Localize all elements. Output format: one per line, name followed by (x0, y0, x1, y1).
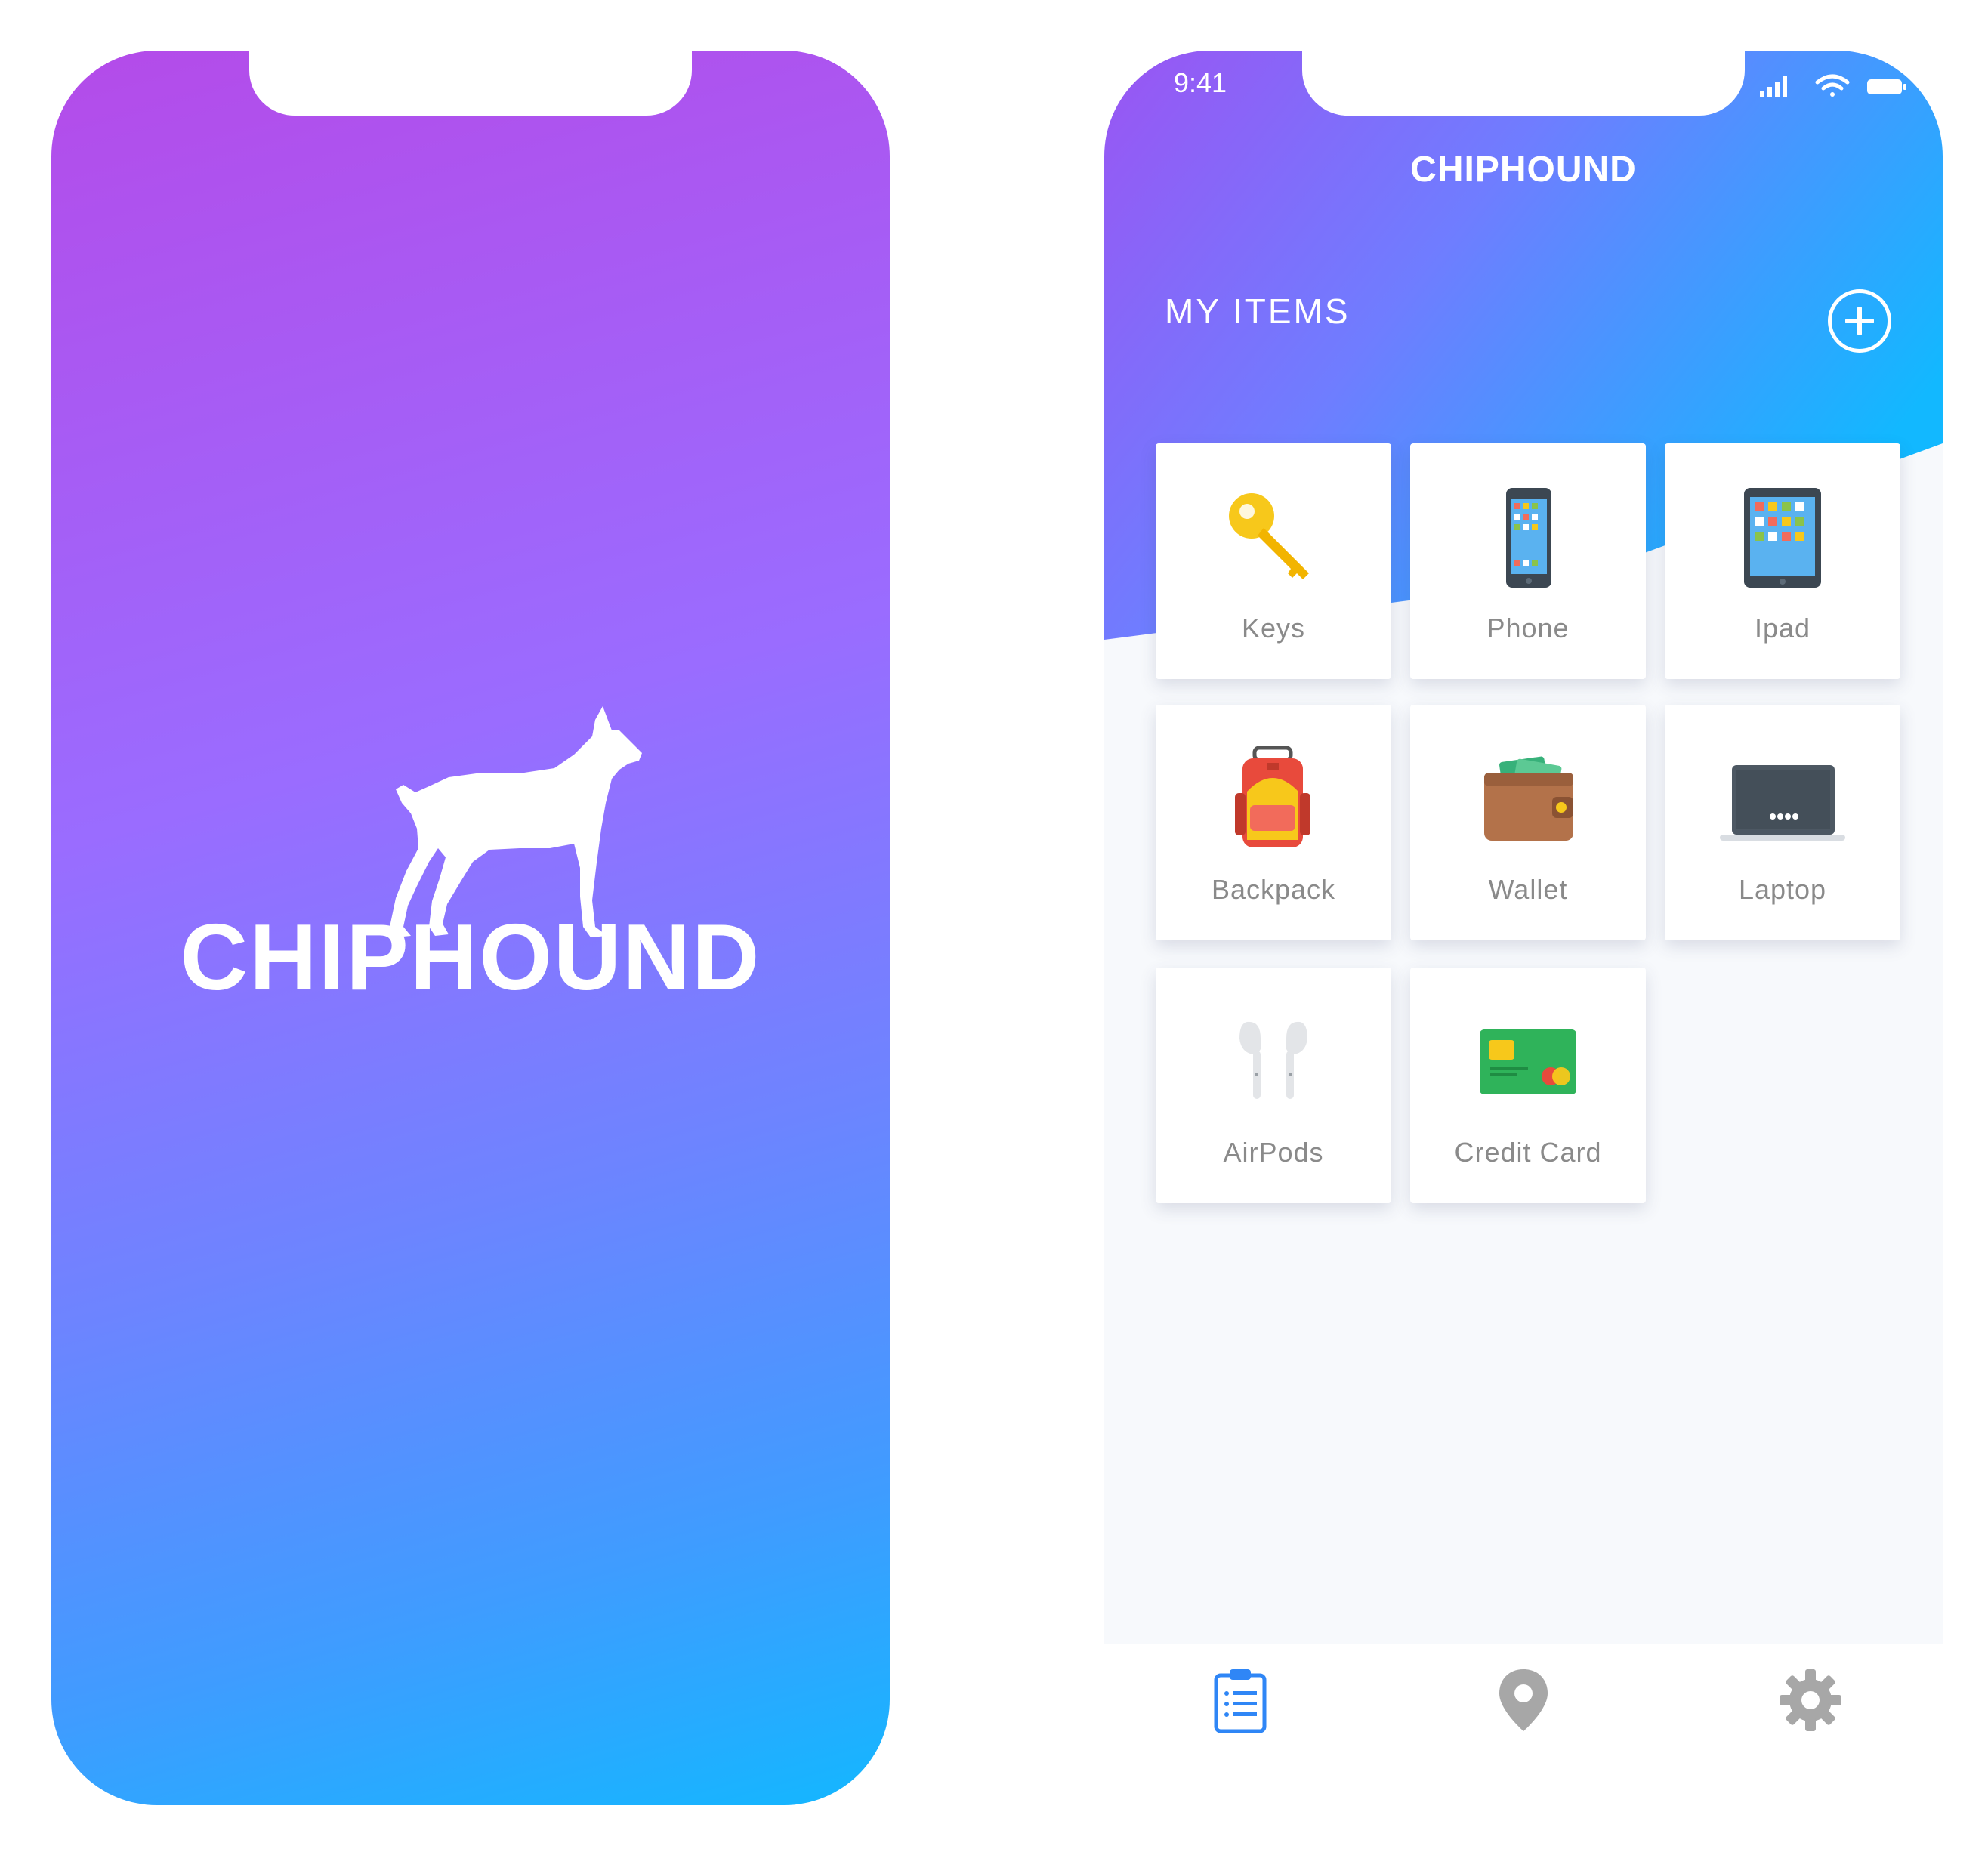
item-label: Wallet (1488, 874, 1568, 905)
item-label: Backpack (1211, 874, 1336, 905)
item-card-credit-card[interactable]: Credit Card (1410, 968, 1646, 1203)
add-item-button[interactable] (1828, 289, 1891, 353)
item-card-wallet[interactable]: Wallet (1410, 705, 1646, 940)
location-pin-icon (1499, 1669, 1548, 1731)
wallet-icon (1410, 742, 1646, 856)
item-card-airpods[interactable]: AirPods (1156, 968, 1391, 1203)
item-card-keys[interactable]: Keys (1156, 443, 1391, 679)
tab-bar (1104, 1644, 1943, 1758)
wifi-icon (1815, 74, 1850, 97)
status-time: 9:41 (1174, 67, 1227, 98)
item-label: AirPods (1223, 1137, 1324, 1168)
tab-settings[interactable] (1773, 1662, 1848, 1738)
tablet-icon (1665, 481, 1900, 594)
item-label: Ipad (1754, 613, 1811, 644)
backpack-icon (1156, 742, 1391, 856)
device-notch (249, 51, 692, 116)
airpods-icon (1156, 1005, 1391, 1119)
item-label: Phone (1486, 613, 1570, 644)
status-icons (1760, 72, 1911, 102)
item-label: Laptop (1738, 874, 1827, 905)
item-card-phone[interactable]: Phone (1410, 443, 1646, 679)
section-title: MY ITEMS (1165, 292, 1351, 331)
signal-icon (1760, 76, 1787, 97)
key-icon (1156, 481, 1391, 594)
item-card-laptop[interactable]: Laptop (1665, 705, 1900, 940)
battery-icon (1867, 79, 1906, 94)
item-card-ipad[interactable]: Ipad (1665, 443, 1900, 679)
clipboard-icon (1214, 1669, 1267, 1733)
splash-brand-title: CHIPHOUND (180, 906, 761, 1010)
credit-card-icon (1410, 1005, 1646, 1119)
item-label: Credit Card (1454, 1137, 1602, 1168)
item-card-backpack[interactable]: Backpack (1156, 705, 1391, 940)
splash-screen: CHIPHOUND (51, 51, 890, 1805)
tab-items[interactable] (1202, 1662, 1278, 1738)
phone-icon (1410, 481, 1646, 594)
items-screen: 9:41 CHIPHOUND MY ITEMS Keys Phone Ipad … (1104, 51, 1943, 1758)
gear-icon (1780, 1669, 1841, 1731)
tab-map[interactable] (1486, 1662, 1561, 1738)
device-notch (1302, 51, 1745, 116)
item-label: Keys (1241, 613, 1306, 644)
laptop-icon (1665, 742, 1900, 856)
app-title: CHIPHOUND (1410, 150, 1637, 190)
